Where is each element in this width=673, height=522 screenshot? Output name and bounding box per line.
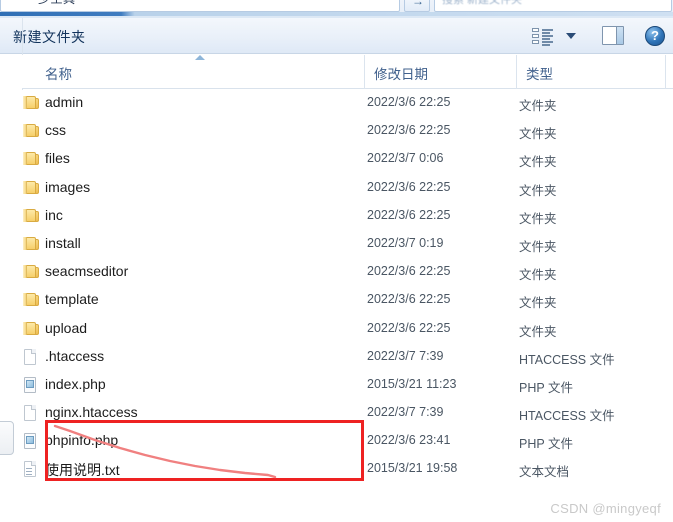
folder-icon <box>22 264 40 280</box>
chevron-down-icon[interactable] <box>566 33 576 39</box>
file-name-cell[interactable]: upload <box>45 320 87 336</box>
file-type-cell: 文件夹 <box>519 183 557 198</box>
file-type-cell: PHP 文件 <box>519 380 573 395</box>
file-name-cell[interactable]: seacmseditor <box>45 263 128 279</box>
file-date-cell: 2022/3/6 22:25 <box>367 207 451 222</box>
file-type-cell: 文件夹 <box>519 211 557 226</box>
sort-ascending-icon <box>195 55 205 60</box>
file-type-cell: 文件夹 <box>519 268 557 283</box>
table-row[interactable]: css 2022/3/6 22:25 文件夹 <box>22 118 673 146</box>
column-header-type[interactable]: 类型 <box>526 63 553 83</box>
file-date-cell: 2022/3/6 22:25 <box>367 123 451 138</box>
file-date-cell: 2022/3/6 22:25 <box>367 179 451 194</box>
file-date-cell: 2022/3/6 23:41 <box>367 433 451 448</box>
watermark: CSDN @mingyeqf <box>550 501 661 516</box>
folder-icon <box>22 321 40 337</box>
file-date-cell: 2022/3/7 0:06 <box>367 151 444 166</box>
explorer-window: 少工具 → 搜索 新建文件夹 新建文件夹 ? 名称 <box>0 0 673 522</box>
file-date-cell: 2022/3/7 7:39 <box>367 348 444 363</box>
file-name-cell[interactable]: css <box>45 122 66 138</box>
table-row[interactable]: 使用说明.txt 2015/3/21 19:58 文本文档 <box>22 456 673 484</box>
file-name-cell[interactable]: inc <box>45 207 63 223</box>
file-name-cell[interactable]: index.php <box>45 376 106 392</box>
file-type-cell: 文件夹 <box>519 324 557 339</box>
go-arrow-icon: → <box>412 0 424 8</box>
column-header-bar <box>22 55 673 89</box>
column-divider-name-date[interactable] <box>364 55 365 89</box>
table-row[interactable]: nginx.htaccess 2022/3/7 7:39 HTACCESS 文件 <box>22 400 673 428</box>
table-row[interactable]: .htaccess 2022/3/7 7:39 HTACCESS 文件 <box>22 344 673 372</box>
column-divider-type-end[interactable] <box>665 55 666 89</box>
text-file-icon <box>22 461 40 478</box>
php-file-icon <box>22 376 40 393</box>
list-view-icon[interactable] <box>532 28 554 46</box>
file-date-cell: 2015/3/21 19:58 <box>367 461 458 476</box>
preview-pane-icon[interactable] <box>602 26 624 45</box>
table-row[interactable]: upload 2022/3/6 22:25 文件夹 <box>22 316 673 344</box>
file-type-cell: PHP 文件 <box>519 437 573 452</box>
table-row[interactable]: seacmseditor 2022/3/6 22:25 文件夹 <box>22 259 673 287</box>
column-header-name[interactable]: 名称 <box>45 63 72 83</box>
file-type-cell: 文件夹 <box>519 155 557 170</box>
column-header-date[interactable]: 修改日期 <box>374 63 428 83</box>
folder-icon <box>22 292 40 308</box>
table-row[interactable]: inc 2022/3/6 22:25 文件夹 <box>22 203 673 231</box>
new-folder-button[interactable]: 新建文件夹 <box>13 27 86 47</box>
table-row[interactable]: install 2022/3/7 0:19 文件夹 <box>22 231 673 259</box>
folder-icon <box>22 123 40 139</box>
folder-icon <box>22 208 40 224</box>
file-type-cell: 文本文档 <box>519 465 570 480</box>
table-row[interactable]: images 2022/3/6 22:25 文件夹 <box>22 175 673 203</box>
file-date-cell: 2022/3/6 22:25 <box>367 264 451 279</box>
file-type-cell: 文件夹 <box>519 239 557 254</box>
file-name-cell[interactable]: nginx.htaccess <box>45 404 138 420</box>
file-date-cell: 2022/3/6 22:25 <box>367 320 451 335</box>
table-row[interactable]: admin 2022/3/6 22:25 文件夹 <box>22 90 673 118</box>
file-date-cell: 2022/3/7 0:19 <box>367 235 444 250</box>
file-date-cell: 2022/3/6 22:25 <box>367 95 451 109</box>
table-row[interactable]: template 2022/3/6 22:25 文件夹 <box>22 287 673 315</box>
file-type-cell: 文件夹 <box>519 127 557 142</box>
search-placeholder-text: 搜索 新建文件夹 <box>442 0 523 6</box>
column-divider-date-type[interactable] <box>516 55 517 89</box>
file-name-cell[interactable]: 使用说明.txt <box>45 460 120 480</box>
explorer-toolbar: 新建文件夹 ? <box>0 18 673 54</box>
folder-icon <box>22 180 40 196</box>
file-type-cell: HTACCESS 文件 <box>519 409 615 424</box>
table-row[interactable]: index.php 2015/3/21 11:23 PHP 文件 <box>22 372 673 400</box>
table-row[interactable]: files 2022/3/7 0:06 文件夹 <box>22 146 673 174</box>
file-type-cell: HTACCESS 文件 <box>519 352 615 367</box>
file-list[interactable]: admin 2022/3/6 22:25 文件夹 css 2022/3/6 22:25 文… <box>22 90 673 490</box>
file-date-cell: 2022/3/6 22:25 <box>367 292 451 307</box>
file-type-cell: 文件夹 <box>519 296 557 311</box>
file-date-cell: 2022/3/7 7:39 <box>367 405 444 420</box>
file-date-cell: 2015/3/21 11:23 <box>367 376 457 391</box>
folder-icon <box>22 151 40 167</box>
php-file-icon <box>22 433 40 450</box>
file-name-cell[interactable]: images <box>45 179 90 195</box>
file-name-cell[interactable]: install <box>45 235 81 251</box>
page-icon <box>22 405 40 422</box>
file-name-cell[interactable]: admin <box>45 94 83 110</box>
folder-icon <box>22 236 40 252</box>
file-name-cell[interactable]: phpinfo.php <box>45 432 118 448</box>
file-name-cell[interactable]: .htaccess <box>45 348 104 364</box>
breadcrumb-fragment: 少工具 <box>38 0 76 7</box>
folder-icon <box>22 95 40 111</box>
page-icon <box>22 348 40 365</box>
help-icon[interactable]: ? <box>645 26 665 46</box>
file-name-cell[interactable]: template <box>45 291 99 307</box>
table-row[interactable]: phpinfo.php 2022/3/6 23:41 PHP 文件 <box>22 428 673 456</box>
file-type-cell: 文件夹 <box>519 99 557 113</box>
file-name-cell[interactable]: files <box>45 150 70 166</box>
navigation-pane-stub[interactable] <box>0 421 14 455</box>
